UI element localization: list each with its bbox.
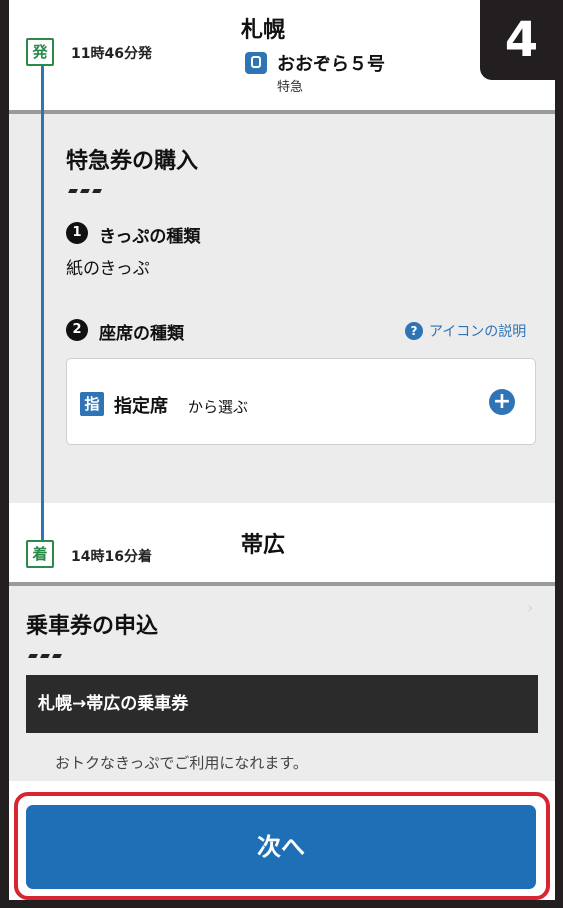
departure-time: 11時46分発 — [71, 46, 152, 62]
icon-help-link[interactable]: ? アイコンの説明 — [405, 321, 526, 341]
route-line — [41, 66, 44, 540]
next-button[interactable]: 次へ — [26, 805, 536, 889]
title-dash-decoration — [28, 643, 65, 658]
title-dash-decoration — [68, 178, 105, 193]
chevron-right-icon: › — [527, 598, 534, 617]
reserved-seat-label: 指定席 — [114, 396, 168, 417]
ticket-type-value: 紙のきっぷ — [66, 259, 150, 279]
seat-type-label: 座席の種類 — [99, 324, 184, 344]
divider — [9, 582, 555, 586]
arrival-badge: 着 — [26, 540, 54, 568]
step-number-1: 1 — [66, 222, 88, 244]
train-name: おおぞら５号 — [277, 54, 385, 75]
icon-help-label: アイコンの説明 — [429, 324, 527, 340]
fare-ticket-header[interactable]: 札幌→帯広の乗車券 — [26, 675, 538, 733]
train-icon — [245, 52, 267, 74]
bottom-bar: 次へ — [9, 781, 555, 900]
departure-station: 札幌 — [241, 18, 286, 43]
phone-screen: 発 11時46分発 札幌 おおぞら５号 特急 特急券の購入 1 きっぷの種類 紙… — [9, 0, 555, 900]
reserved-seat-badge: 指 — [80, 392, 104, 416]
step-number-tag: 4 — [480, 0, 563, 80]
departure-section: 発 11時46分発 札幌 おおぞら５号 特急 — [9, 0, 555, 110]
departure-badge: 発 — [26, 38, 54, 66]
arrival-section: 着 14時16分着 帯広 — [9, 503, 555, 582]
reserved-seat-suffix: から選ぶ — [188, 398, 249, 416]
screenshot-frame: 発 11時46分発 札幌 おおぞら５号 特急 特急券の購入 1 きっぷの種類 紙… — [0, 0, 563, 908]
express-section-title: 特急券の購入 — [66, 149, 199, 174]
fare-note: おトクなきっぷでご利用になれます。 — [55, 754, 308, 772]
train-type: 特急 — [277, 80, 304, 95]
step-number-2: 2 — [66, 319, 88, 341]
arrival-station: 帯広 — [241, 533, 286, 558]
reserved-seat-option[interactable]: 指 指定席 から選ぶ + — [66, 358, 536, 445]
arrival-time: 14時16分着 — [71, 549, 152, 565]
divider — [9, 110, 555, 114]
help-icon: ? — [405, 322, 423, 340]
add-icon[interactable]: + — [489, 389, 515, 415]
fare-section-title: 乗車券の申込 — [26, 614, 159, 639]
ticket-type-label: きっぷの種類 — [99, 227, 201, 247]
